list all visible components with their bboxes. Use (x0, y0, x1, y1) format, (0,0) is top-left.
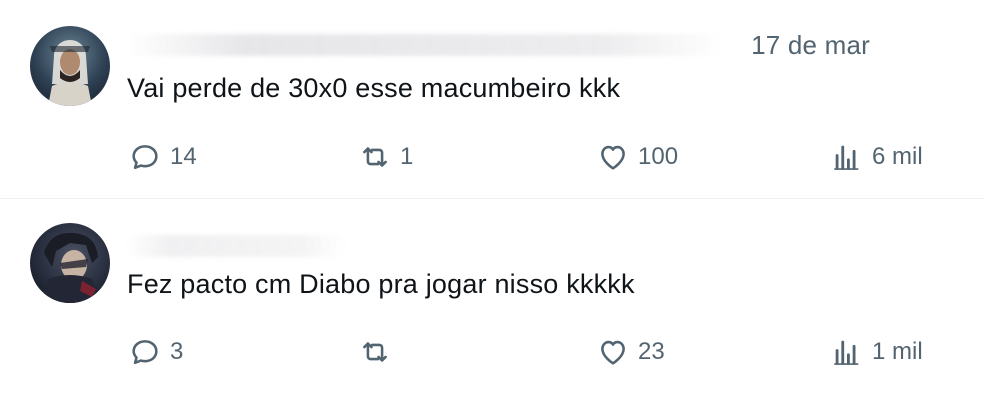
views-icon (830, 140, 864, 174)
like-count: 100 (638, 143, 679, 170)
tweet-date[interactable]: 17 de mar (751, 30, 870, 61)
tweet[interactable]: Fez pacto cm Diabo pra jogar nisso kkkkk… (0, 199, 984, 401)
reply-icon (128, 335, 162, 369)
views-button[interactable]: 6 mil (830, 137, 923, 177)
retweet-icon (358, 140, 392, 174)
user-name-blurred[interactable] (126, 34, 726, 56)
tweet-actions: 14 1 100 6 mil (0, 137, 984, 177)
retweet-count: 1 (400, 143, 414, 170)
views-count: 6 mil (872, 143, 923, 170)
like-button[interactable]: 100 (596, 137, 678, 177)
reply-count: 14 (170, 143, 197, 170)
tweet-text: Fez pacto cm Diabo pra jogar nisso kkkkk (127, 269, 635, 299)
retweet-button[interactable]: 1 (358, 137, 413, 177)
reply-icon (128, 140, 162, 174)
tweet-text: Vai perde de 30x0 esse macumbeiro kkk (127, 73, 621, 103)
views-icon (830, 335, 864, 369)
retweet-icon (358, 335, 392, 369)
heart-icon (596, 335, 630, 369)
views-button[interactable]: 1 mil (830, 332, 923, 372)
avatar[interactable] (30, 26, 110, 106)
tweet[interactable]: 17 de mar Vai perde de 30x0 esse macumbe… (0, 0, 984, 198)
reply-button[interactable]: 14 (128, 137, 197, 177)
user-name-blurred[interactable] (126, 235, 346, 257)
like-button[interactable]: 23 (596, 332, 665, 372)
like-count: 23 (638, 338, 665, 365)
avatar[interactable] (30, 223, 110, 303)
heart-icon (596, 140, 630, 174)
reply-count: 3 (170, 338, 184, 365)
tweet-actions: 3 23 1 mil (0, 332, 984, 372)
retweet-button[interactable] (358, 332, 400, 372)
views-count: 1 mil (872, 338, 923, 365)
reply-button[interactable]: 3 (128, 332, 183, 372)
